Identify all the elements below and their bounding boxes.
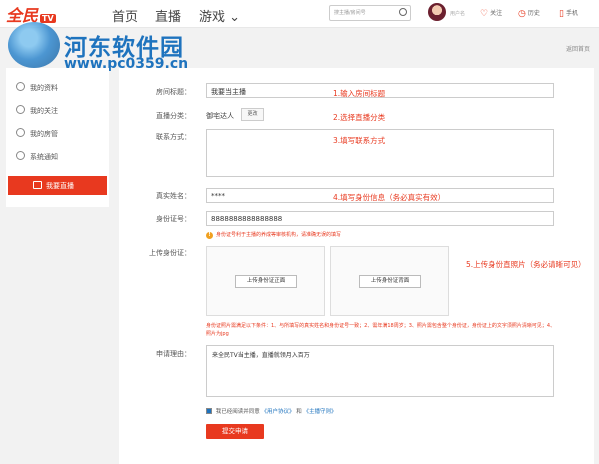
back-home-link[interactable]: 返回首页 [566, 44, 590, 53]
sidebar: 我的资料 我的关注 我的房管 系统通知 我要直播 [6, 68, 109, 207]
submit-application-button[interactable]: 提交申请 [206, 424, 264, 439]
category-label: 直播分类： [156, 112, 191, 120]
sidebar-item-notice[interactable]: 系统通知 [16, 151, 58, 162]
category-value: 御宅达人 [206, 112, 234, 120]
shield-icon [16, 128, 25, 137]
sidebar-item-profile[interactable]: 我的资料 [16, 82, 58, 93]
id-hint: ! 身份证号利于主播的养成等审核机构，请准确无误的填写 [206, 231, 341, 239]
upload-requirements: 身份证照片需满足以下条件：1、与所填写的真实姓名和身份证号一致；2、需年满18周… [206, 323, 556, 337]
upload-front-area[interactable]: 上传身份证正面 [206, 246, 325, 316]
sidebar-item-admin[interactable]: 我的房管 [16, 128, 58, 139]
camera-icon [33, 181, 42, 189]
note-step-4: 4.填写身份信息（务必真实有效） [333, 193, 446, 202]
info-icon: ! [206, 232, 213, 239]
contact-label: 联系方式： [156, 133, 191, 141]
anchor-rules-link[interactable]: 《主播守则》 [304, 409, 337, 415]
heart-icon [16, 105, 25, 114]
avatar[interactable] [428, 3, 446, 21]
reason-textarea[interactable]: 来全民TV当主播，直播就领月入百万 [206, 345, 554, 397]
sidebar-item-go-live[interactable]: 我要直播 [8, 176, 107, 195]
room-title-label: 房间标题： [156, 88, 191, 96]
history-link[interactable]: ◷ 历史 [518, 8, 540, 19]
follow-link[interactable]: ♡ 关注 [480, 8, 502, 19]
real-name-label: 真实姓名： [156, 192, 191, 200]
phone-icon: ▯ [559, 9, 564, 19]
phone-link[interactable]: ▯ 手机 [559, 8, 578, 19]
nav-home[interactable]: 首页 [112, 6, 138, 25]
nav-live[interactable]: 直播 [155, 6, 181, 25]
search-input[interactable]: 搜主播/房间号 [329, 5, 411, 21]
id-number-input[interactable]: 8888888888888888 [206, 211, 554, 226]
upload-front-button[interactable]: 上传身份证正面 [235, 275, 297, 288]
reason-label: 申请理由： [156, 350, 191, 358]
agree-checkbox[interactable] [206, 408, 212, 414]
upload-back-button[interactable]: 上传身份证背面 [359, 275, 421, 288]
watermark-text: 河东软件园 [64, 35, 184, 61]
speaker-icon [16, 151, 25, 160]
heart-icon: ♡ [480, 9, 489, 19]
user-name[interactable]: 用户名 [450, 10, 465, 17]
user-icon [16, 82, 25, 91]
note-step-2: 2.选择直播分类 [333, 113, 386, 122]
site-logo[interactable]: 全民 TV [6, 2, 56, 26]
nav-game[interactable]: 游戏 ⌄ [199, 6, 240, 25]
clock-icon: ◷ [518, 9, 526, 19]
id-number-label: 身份证号： [156, 215, 191, 223]
note-step-1: 1.输入房间标题 [333, 89, 386, 98]
top-bar: 全民 TV 首页 直播 游戏 ⌄ 搜主播/房间号 用户名 ♡ 关注 ◷ 历史 ▯ 手机 [0, 0, 599, 28]
note-step-3: 3.填写联系方式 [333, 136, 386, 145]
sidebar-item-follow[interactable]: 我的关注 [16, 105, 58, 116]
globe-icon [8, 22, 60, 68]
change-category-button[interactable]: 更改 [241, 108, 264, 121]
agreement-row: 我已经阅读并同意 《用户协议》 和 《主播守则》 [206, 407, 337, 415]
upload-back-area[interactable]: 上传身份证背面 [330, 246, 449, 316]
user-agreement-link[interactable]: 《用户协议》 [262, 409, 295, 415]
application-form: 房间标题： 我要当主播 1.输入房间标题 直播分类： 御宅达人 更改 2.选择直… [119, 68, 594, 464]
note-step-5: 5.上传身份直照片（务必请晰可见） [466, 260, 586, 269]
search-icon[interactable] [399, 8, 407, 16]
upload-id-label: 上传身份证： [149, 249, 191, 257]
